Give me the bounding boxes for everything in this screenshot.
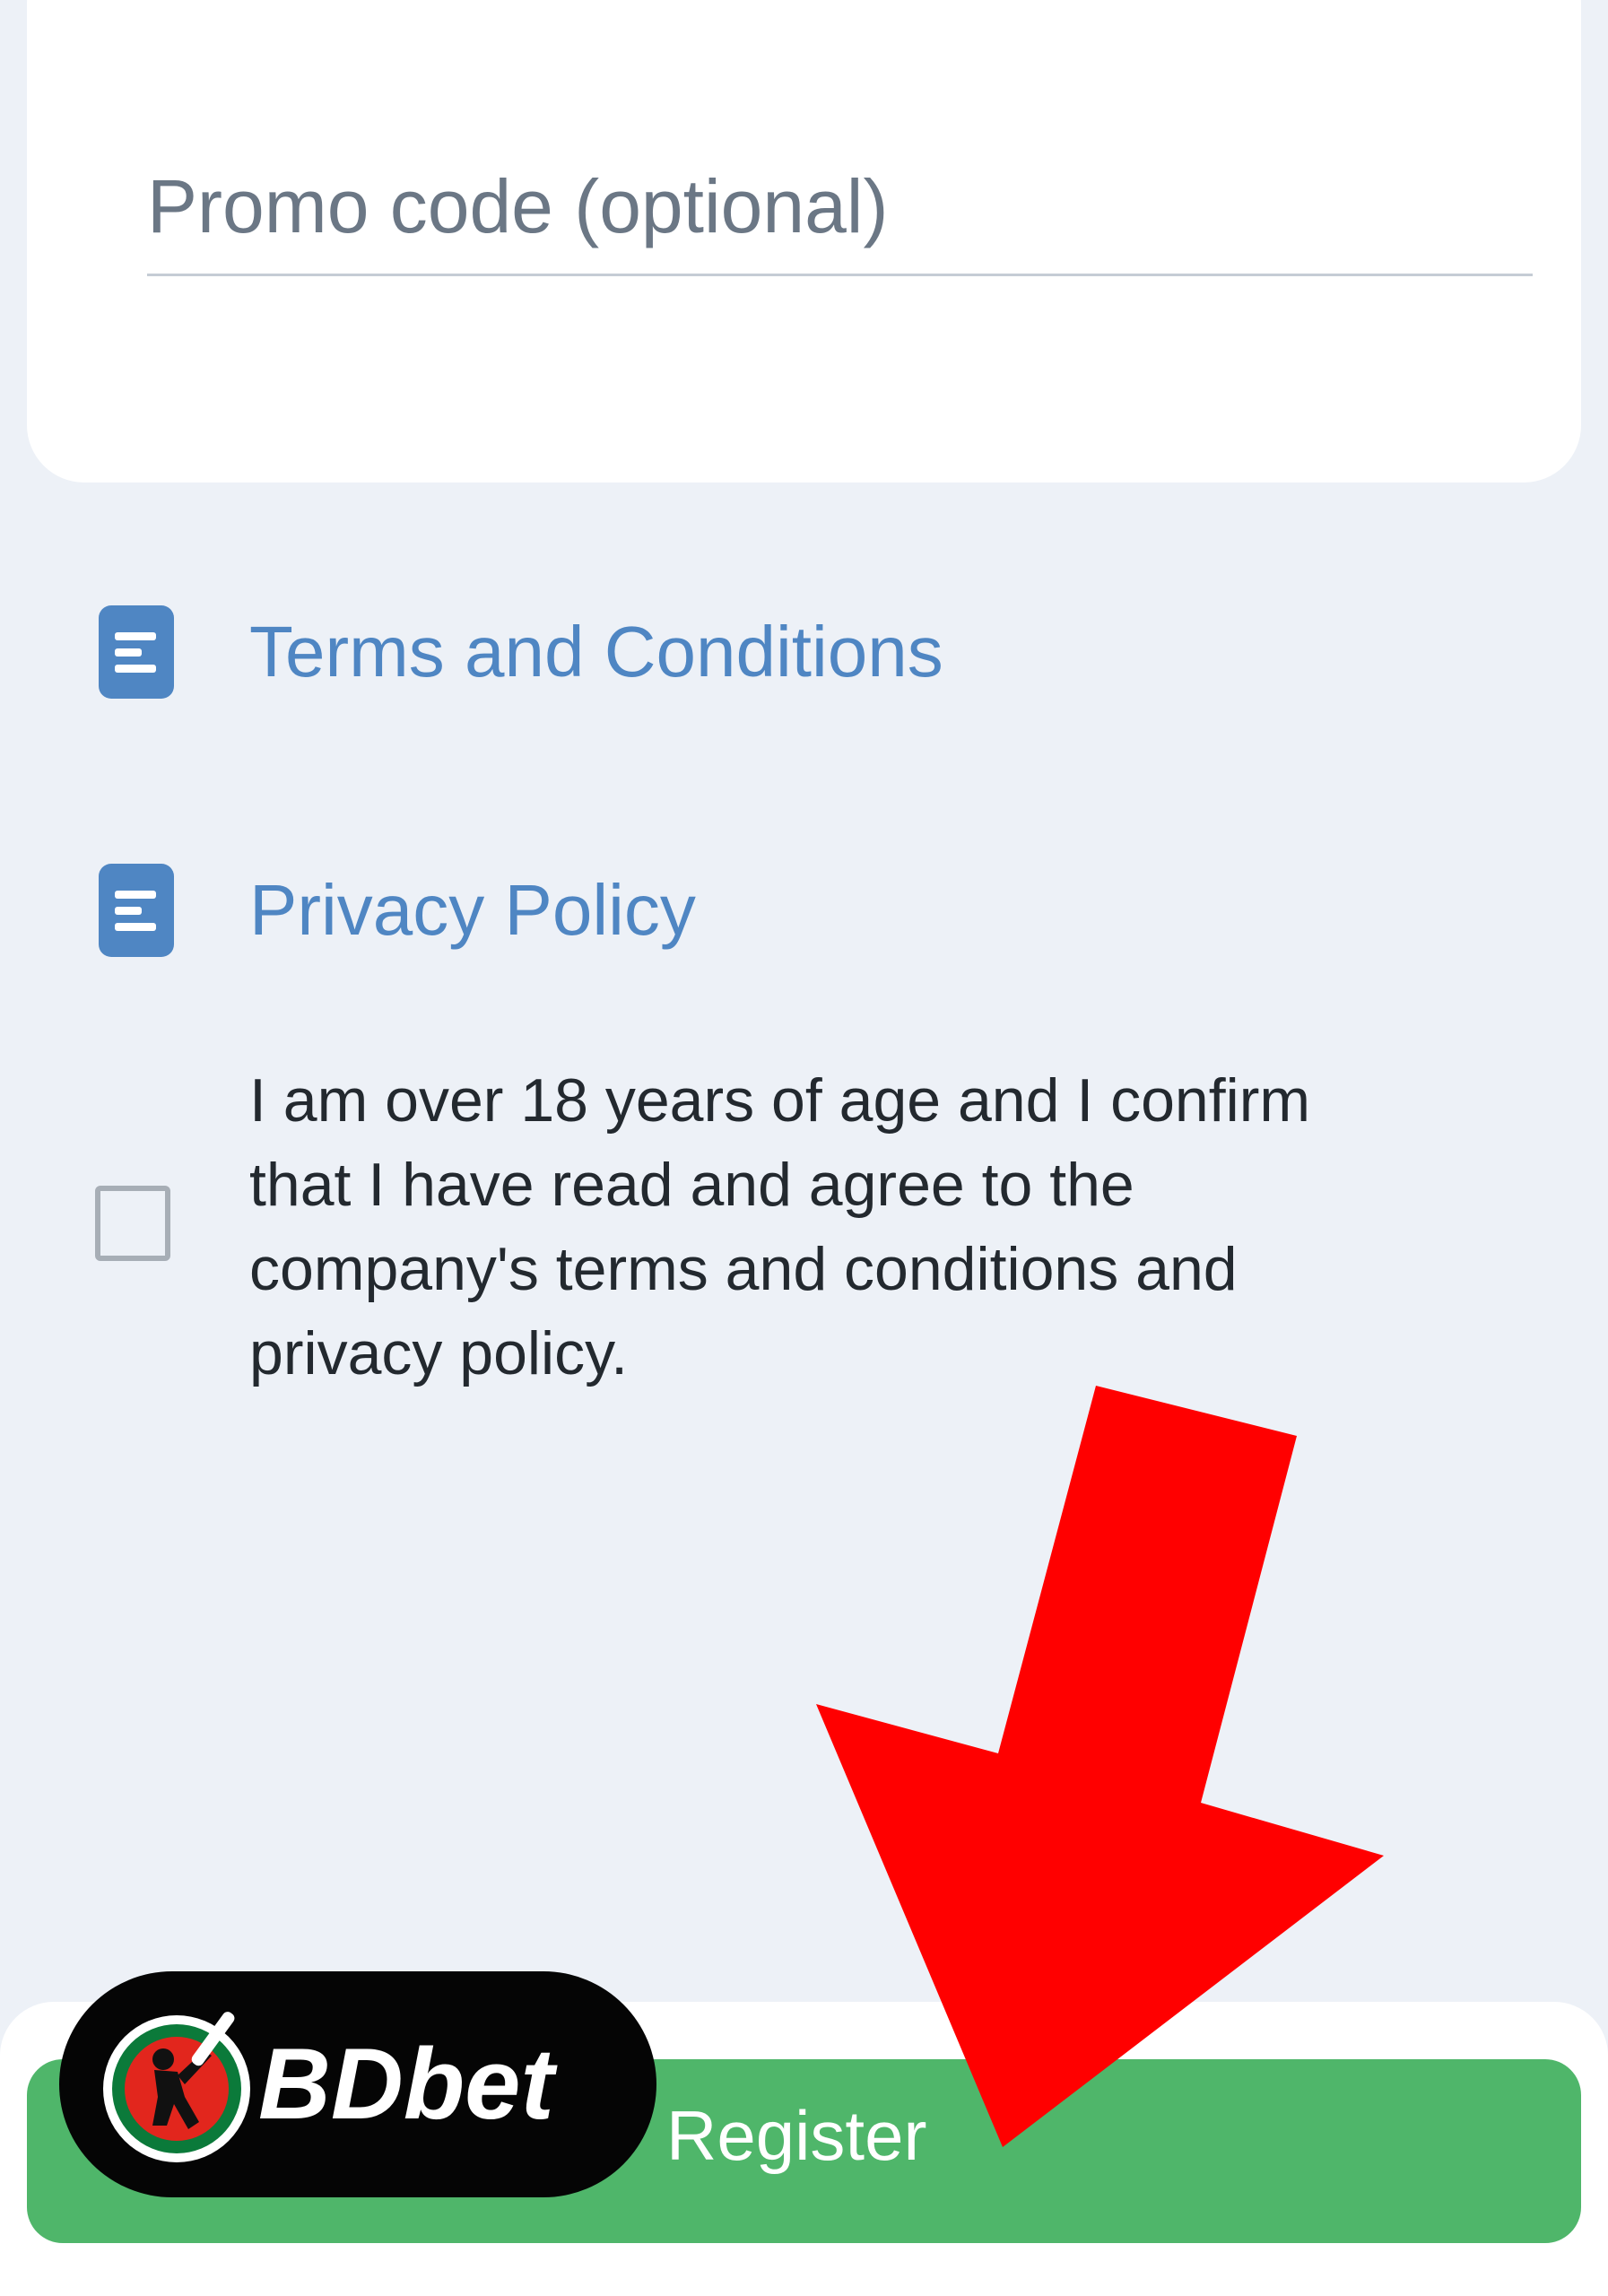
bdbet-wordmark: BDbet bbox=[258, 2028, 558, 2140]
document-icon bbox=[99, 864, 174, 957]
promo-card bbox=[27, 0, 1581, 483]
age-consent-checkbox[interactable] bbox=[95, 1186, 170, 1261]
promo-code-input[interactable] bbox=[147, 139, 1533, 276]
bdbet-wordmark-text: BDbet bbox=[258, 2028, 558, 2140]
age-consent-text: I am over 18 years of age and I confirm … bbox=[249, 1066, 1311, 1387]
privacy-policy-link[interactable]: Privacy Policy bbox=[99, 861, 696, 960]
cricket-player-emblem-icon bbox=[103, 2012, 250, 2162]
terms-and-conditions-link[interactable]: Terms and Conditions bbox=[99, 603, 943, 701]
terms-and-conditions-label: Terms and Conditions bbox=[249, 612, 943, 691]
bdbet-logo: BDbet bbox=[59, 1971, 656, 2197]
privacy-policy-label: Privacy Policy bbox=[249, 870, 696, 950]
document-icon bbox=[99, 605, 174, 699]
register-label: Register bbox=[666, 2096, 927, 2175]
registration-screen: Terms and Conditions Privacy Policy I am… bbox=[0, 0, 1608, 2296]
